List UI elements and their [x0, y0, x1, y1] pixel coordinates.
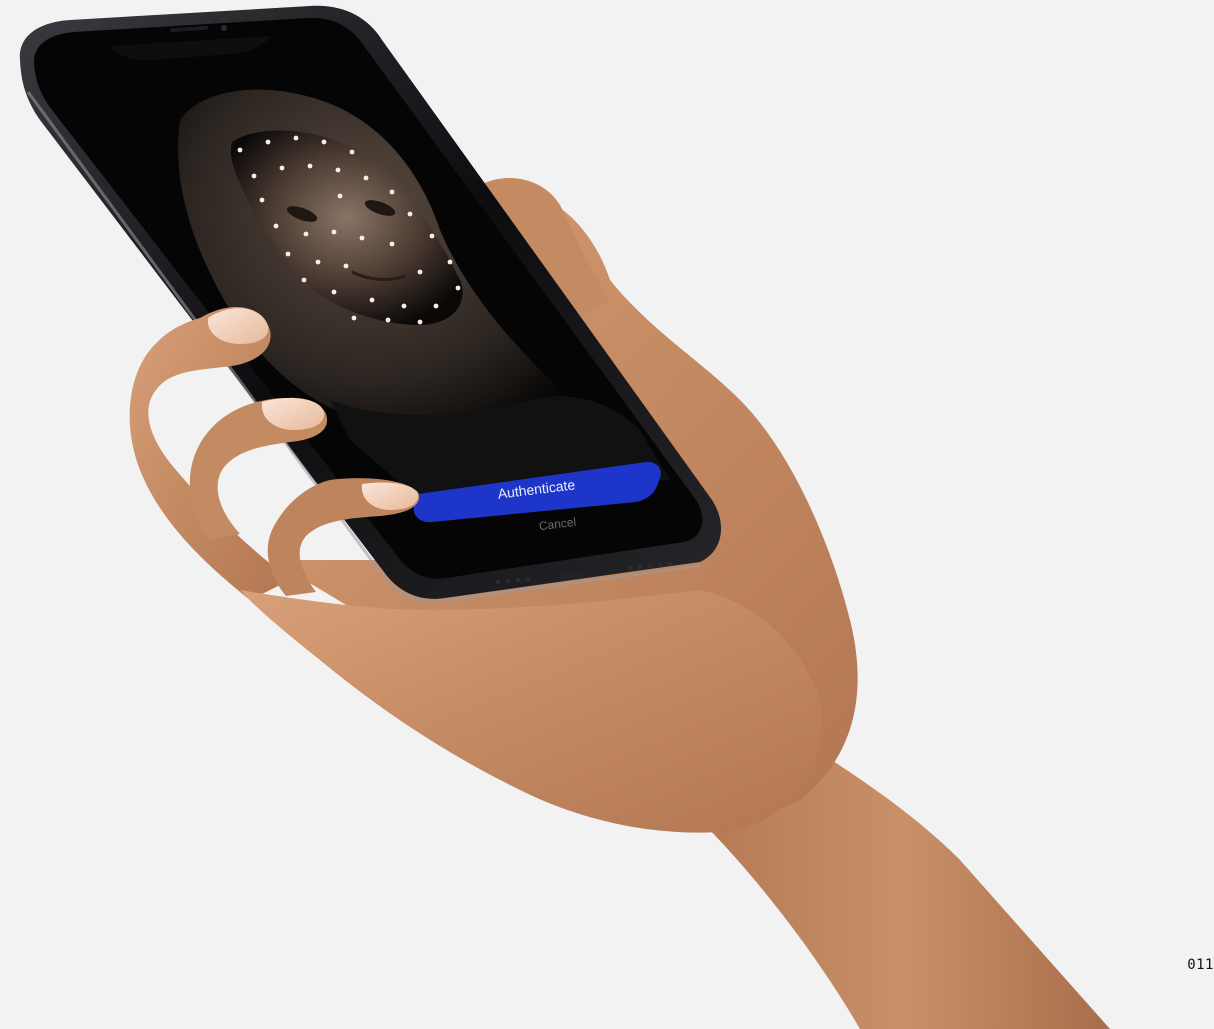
front-camera-icon	[221, 25, 227, 31]
photo-scene: Authenticate Cancel 011	[0, 0, 1214, 1029]
corner-label: 011	[1187, 957, 1214, 973]
scene-illustration: Authenticate Cancel	[19, 5, 1110, 1029]
palm-foreground	[240, 590, 822, 833]
